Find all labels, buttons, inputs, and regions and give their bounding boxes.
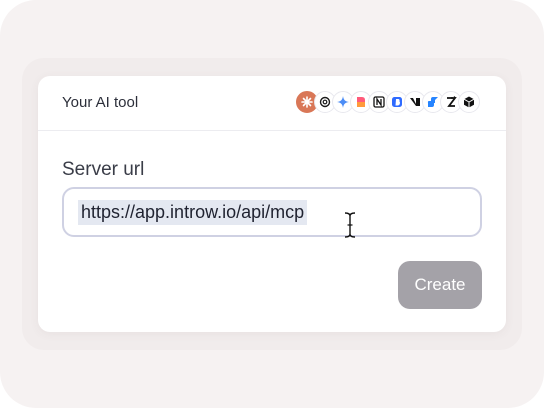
server-url-value[interactable]: https://app.introw.io/api/mcp xyxy=(78,199,308,225)
mcp-server-card: Your AI tool Server url https://app.intr… xyxy=(38,76,506,332)
header-title: Your AI tool xyxy=(62,94,139,111)
create-button[interactable]: Create xyxy=(398,261,482,309)
server-url-label: Server url xyxy=(62,159,145,180)
ai-tool-icons xyxy=(296,91,480,113)
card-header: Your AI tool xyxy=(38,76,506,131)
server-url-input[interactable]: https://app.introw.io/api/mcp xyxy=(62,187,482,237)
cube-icon[interactable] xyxy=(458,91,480,113)
text-cursor-icon xyxy=(344,212,356,238)
